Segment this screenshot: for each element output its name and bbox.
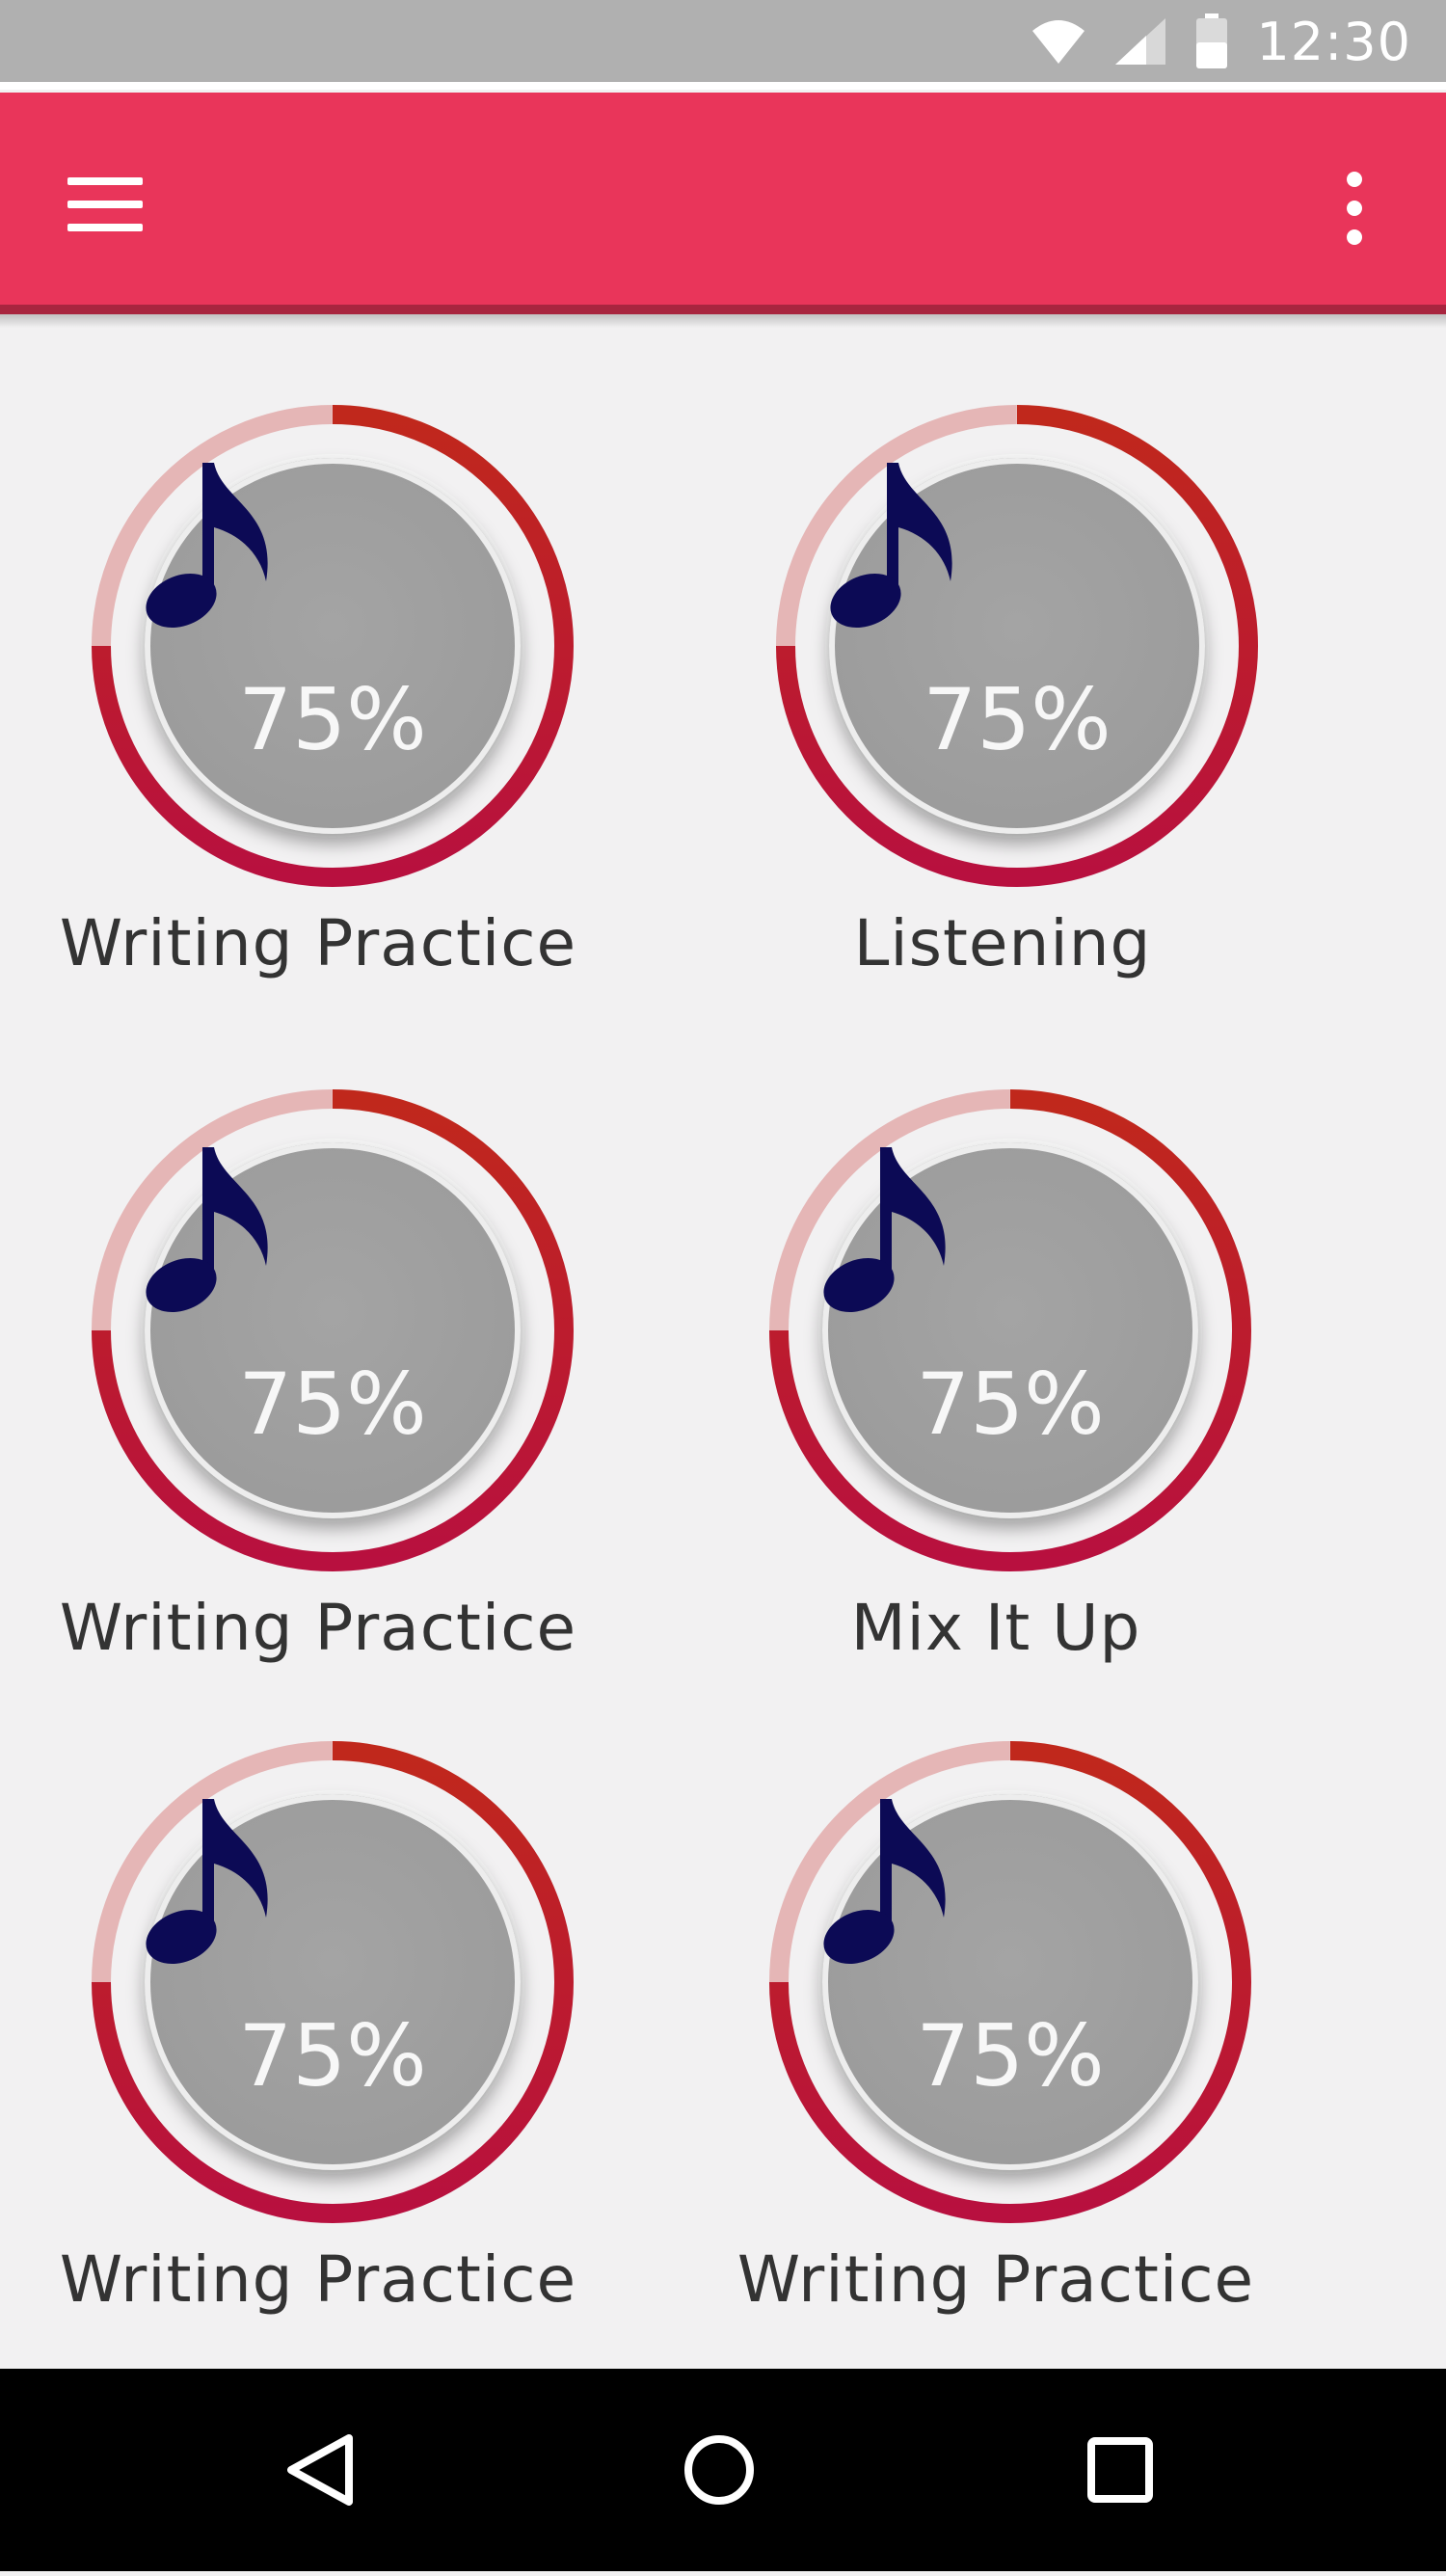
progress-ring: 75%: [92, 1741, 574, 2223]
music-note-icon: [823, 1799, 946, 1964]
tile-label: Writing Practice: [736, 2242, 1255, 2317]
progress-percent: 75%: [916, 1355, 1105, 1454]
music-note-icon: [146, 463, 268, 628]
progress-disc: 75%: [145, 1794, 521, 2170]
battery-icon: [1196, 13, 1228, 68]
status-bar-divider: [0, 82, 1446, 90]
recents-icon: [1087, 2437, 1153, 2503]
navigation-bar: [0, 2369, 1446, 2571]
progress-ring: 75%: [776, 405, 1258, 887]
status-icons: 12:30: [1031, 11, 1411, 72]
music-note-icon: [830, 463, 952, 628]
progress-percent: 75%: [923, 670, 1111, 769]
app-bar-shadow: [0, 314, 1446, 328]
overflow-menu-icon[interactable]: [1330, 172, 1379, 245]
progress-disc: 75%: [145, 458, 521, 834]
progress-disc: 75%: [145, 1142, 521, 1518]
progress-disc: 75%: [822, 1142, 1198, 1518]
practice-tile[interactable]: 75% Listening: [742, 405, 1282, 983]
progress-ring: 75%: [92, 1089, 574, 1571]
home-icon: [684, 2435, 754, 2505]
tile-label: Writing Practice: [59, 2242, 577, 2317]
progress-percent: 75%: [238, 2006, 427, 2106]
app-bar-edge: [0, 305, 1446, 314]
back-button[interactable]: [224, 2369, 416, 2571]
wifi-icon: [1032, 20, 1085, 64]
practice-tile[interactable]: 75% Writing Practice: [48, 1741, 588, 2320]
music-note-icon: [146, 1147, 268, 1312]
tile-label: Listening: [853, 906, 1152, 980]
progress-disc: 75%: [822, 1794, 1198, 2170]
app-bar: [0, 93, 1446, 314]
hamburger-menu-icon[interactable]: [67, 177, 143, 231]
signal-icon: [1115, 18, 1166, 65]
back-icon: [287, 2434, 353, 2506]
home-button[interactable]: [623, 2369, 816, 2571]
practice-tile[interactable]: 75% Writing Practice: [48, 1089, 588, 1668]
status-bar: 12:30: [0, 0, 1446, 90]
practice-tile[interactable]: 75% Mix It Up: [736, 1089, 1275, 1668]
music-note-icon: [146, 1799, 268, 1964]
tile-label: Writing Practice: [59, 1591, 577, 1665]
progress-percent: 75%: [238, 670, 427, 769]
progress-ring: 75%: [92, 405, 574, 887]
practice-tile[interactable]: 75% Writing Practice: [48, 405, 588, 983]
recents-button[interactable]: [1024, 2369, 1217, 2571]
tile-label: Writing Practice: [59, 906, 577, 980]
tile-label: Mix It Up: [850, 1591, 1141, 1665]
practice-tile[interactable]: 75% Writing Practice: [736, 1741, 1275, 2320]
progress-percent: 75%: [238, 1355, 427, 1454]
progress-ring: 75%: [769, 1089, 1251, 1571]
progress-disc: 75%: [829, 458, 1205, 834]
progress-percent: 75%: [916, 2006, 1105, 2106]
status-time: 12:30: [1256, 11, 1411, 72]
progress-ring: 75%: [769, 1741, 1251, 2223]
music-note-icon: [823, 1147, 946, 1312]
